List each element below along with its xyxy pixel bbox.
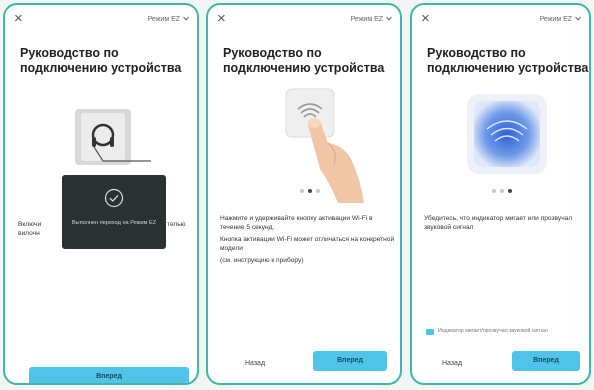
screen-2: × Режим EZ Руководство по подключению ус… (206, 3, 402, 385)
instruction-line: Кнопка активации Wi-Fi может отличаться … (220, 236, 395, 252)
next-button[interactable]: Вперед (512, 351, 580, 371)
pager-dot (300, 189, 304, 193)
close-icon[interactable]: × (217, 11, 226, 26)
page-title: Руководство по подключению устройства (427, 46, 589, 75)
instruction-text-left: Включи вилочн (18, 221, 41, 238)
back-button[interactable]: Назад (222, 354, 288, 374)
page-title: Руководство по подключению устройства (20, 46, 182, 75)
instruction-line: Нажмите и удерживайте кнопку активации W… (220, 215, 373, 231)
instruction-text-right: телью (167, 221, 186, 228)
next-button[interactable]: Вперед (29, 367, 189, 383)
mode-selector[interactable]: Режим EZ (148, 16, 189, 23)
pager-dot-active (308, 189, 312, 193)
blinking-device-illustration (462, 89, 552, 179)
screen-3: × Режим EZ Руководство по подключению ус… (410, 3, 591, 385)
chevron-down-icon (575, 16, 581, 21)
mode-switch-toast: Выполнен переход на Режим EZ (62, 175, 166, 249)
chevron-down-icon (386, 16, 392, 21)
instruction-text: Убедитесь, что индикатор мигает или проз… (424, 215, 573, 231)
instruction-line: вилочн (18, 229, 40, 237)
screen-1: × Режим EZ Руководство по подключению ус… (3, 3, 199, 385)
device-press-illustration (268, 85, 388, 205)
pager-dot (492, 189, 496, 193)
instruction-line: (см. инструкцию к прибору) (220, 257, 304, 265)
instruction-text: Нажмите и удерживайте кнопку активации W… (220, 215, 396, 266)
confirm-checkbox[interactable] (426, 329, 434, 335)
instruction-line: Включи (18, 221, 42, 228)
device-illustration (47, 101, 157, 171)
close-icon[interactable]: × (421, 11, 430, 26)
page-title: Руководство по подключению устройства (223, 46, 385, 75)
pager-dots (300, 189, 320, 193)
pager-dot-active (508, 189, 512, 193)
back-button[interactable]: Назад (424, 354, 480, 374)
toast-text: Выполнен переход на Режим EZ (71, 220, 157, 226)
mode-label: Режим EZ (350, 16, 384, 23)
pager-dot (316, 189, 320, 193)
pager-dots (492, 189, 512, 193)
pager-dot (500, 189, 504, 193)
mode-label: Режим EZ (539, 16, 573, 23)
chevron-down-icon (183, 16, 189, 21)
check-circle-icon (104, 188, 124, 208)
close-icon[interactable]: × (14, 11, 23, 26)
mode-selector[interactable]: Режим EZ (351, 16, 392, 23)
next-button[interactable]: Вперед (313, 351, 387, 371)
confirm-checkbox-label: Индикатор мигает/прозвучал звуковой сигн… (438, 328, 548, 334)
mode-label: Режим EZ (147, 16, 181, 23)
mode-selector[interactable]: Режим EZ (540, 16, 581, 23)
